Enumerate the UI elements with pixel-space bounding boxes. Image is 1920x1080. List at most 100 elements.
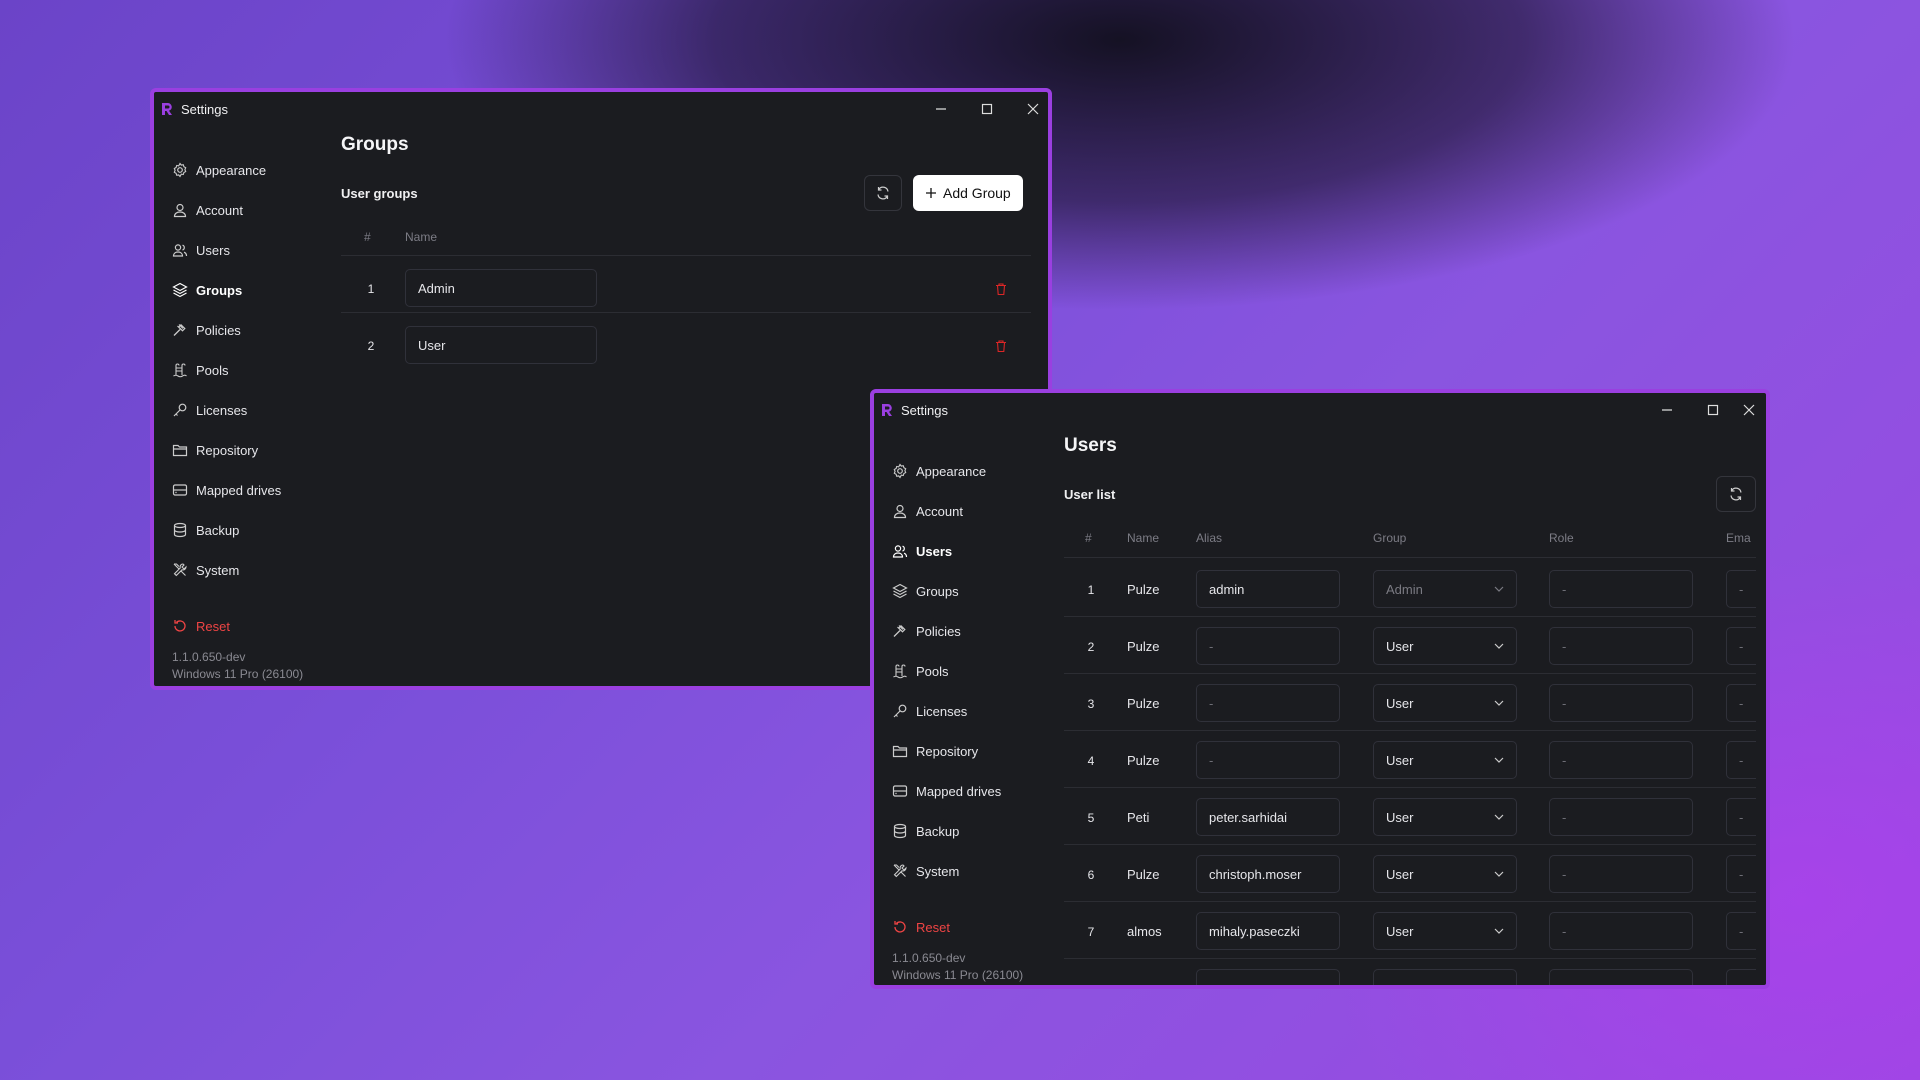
group-select[interactable]: User xyxy=(1373,798,1517,836)
reset-button[interactable]: Reset xyxy=(892,914,950,940)
email-input-partial[interactable] xyxy=(1726,969,1756,985)
gavel-icon xyxy=(173,323,186,336)
role-input[interactable]: - xyxy=(1549,741,1693,779)
key-icon xyxy=(893,704,907,718)
sidebar-item-label: Pools xyxy=(196,362,229,378)
sidebar-item-appearance[interactable]: Appearance xyxy=(892,458,986,484)
sidebar-item-repository[interactable]: Repository xyxy=(892,738,978,764)
group-select[interactable]: User xyxy=(1373,684,1517,722)
reset-button[interactable]: Reset xyxy=(172,613,230,639)
sidebar-item-label: Mapped drives xyxy=(916,783,1002,799)
sidebar-item-pools[interactable]: Pools xyxy=(892,658,949,684)
alias-input[interactable]: peter.sarhidai xyxy=(1196,798,1340,836)
chevron-down-icon xyxy=(1494,586,1504,592)
sidebar-item-licenses[interactable]: Licenses xyxy=(172,397,247,423)
email-input[interactable]: - xyxy=(1726,684,1756,722)
user-name: Pulze xyxy=(1127,696,1160,711)
role-input[interactable]: - xyxy=(1549,855,1693,893)
group-select[interactable]: User xyxy=(1373,741,1517,779)
reset-icon xyxy=(894,921,906,933)
alias-input[interactable]: admin xyxy=(1196,570,1340,608)
sidebar-item-label: System xyxy=(196,562,240,578)
group-select-value: User xyxy=(1386,809,1414,825)
role-input[interactable]: - xyxy=(1549,798,1693,836)
alias-input[interactable]: - xyxy=(1196,684,1340,722)
email-input[interactable]: - xyxy=(1726,855,1756,893)
role-input-partial[interactable] xyxy=(1549,969,1693,985)
group-name-input[interactable]: User xyxy=(405,326,597,364)
sidebar-item-appearance[interactable]: Appearance xyxy=(172,157,266,183)
sidebar-item-system[interactable]: System xyxy=(172,557,239,583)
pool-icon xyxy=(173,363,187,378)
email-input[interactable]: - xyxy=(1726,912,1756,950)
drive-icon xyxy=(892,785,908,797)
title-bar[interactable]: Settings xyxy=(874,393,1766,427)
sidebar-item-licenses[interactable]: Licenses xyxy=(892,698,967,724)
sidebar-item-policies[interactable]: Policies xyxy=(172,317,241,343)
sidebar-item-label: Licenses xyxy=(916,703,968,719)
sidebar-item-mapped-drives[interactable]: Mapped drives xyxy=(172,477,281,503)
sidebar-item-system[interactable]: System xyxy=(892,858,959,884)
divider xyxy=(1064,557,1756,558)
trash-icon[interactable] xyxy=(994,282,1008,296)
divider xyxy=(1064,673,1756,674)
sidebar-item-label: Users xyxy=(916,543,953,559)
add-group-button[interactable]: Add Group xyxy=(913,175,1023,211)
tools-icon xyxy=(893,864,907,878)
row-number: 1 xyxy=(1087,583,1095,597)
email-input[interactable]: - xyxy=(1726,627,1756,665)
group-select[interactable]: User xyxy=(1373,627,1517,665)
sidebar-item-backup[interactable]: Backup xyxy=(172,517,239,543)
group-select[interactable]: Admin xyxy=(1373,570,1517,608)
window-title: Settings xyxy=(181,102,228,117)
sidebar-item-backup[interactable]: Backup xyxy=(892,818,959,844)
users-icon xyxy=(892,545,908,558)
role-input[interactable]: - xyxy=(1549,684,1693,722)
page-title: Groups xyxy=(341,134,409,155)
alias-input-partial[interactable] xyxy=(1196,969,1340,985)
divider xyxy=(1064,901,1756,902)
role-input[interactable]: - xyxy=(1549,570,1693,608)
refresh-button[interactable] xyxy=(864,175,902,211)
close-button[interactable] xyxy=(1735,399,1763,421)
title-bar[interactable]: Settings xyxy=(154,92,1048,126)
role-input[interactable]: - xyxy=(1549,627,1693,665)
trash-icon[interactable] xyxy=(994,339,1008,353)
minimize-button[interactable] xyxy=(1653,399,1681,421)
group-select[interactable]: User xyxy=(1373,855,1517,893)
sidebar-item-groups[interactable]: Groups xyxy=(892,578,959,604)
sidebar-item-users[interactable]: Users xyxy=(172,237,230,263)
sidebar: Appearance Account Users Groups Policies… xyxy=(154,126,319,686)
minimize-button[interactable] xyxy=(927,98,955,120)
minimize-icon xyxy=(936,108,946,110)
refresh-button[interactable] xyxy=(1716,476,1756,512)
group-name-input[interactable]: Admin xyxy=(405,269,597,307)
email-input[interactable]: - xyxy=(1726,570,1756,608)
sidebar-item-groups[interactable]: Groups xyxy=(172,277,242,303)
sidebar-item-repository[interactable]: Repository xyxy=(172,437,258,463)
group-select-partial[interactable] xyxy=(1373,969,1517,985)
alias-input[interactable]: - xyxy=(1196,741,1340,779)
row-number: 4 xyxy=(1087,754,1095,768)
sidebar-item-label: Policies xyxy=(916,623,961,639)
alias-input[interactable]: christoph.moser xyxy=(1196,855,1340,893)
sidebar-item-policies[interactable]: Policies xyxy=(892,618,961,644)
sidebar-item-mapped-drives[interactable]: Mapped drives xyxy=(892,778,1001,804)
sidebar-item-account[interactable]: Account xyxy=(172,197,243,223)
sidebar-item-account[interactable]: Account xyxy=(892,498,963,524)
sidebar-item-label: Groups xyxy=(196,282,243,298)
close-button[interactable] xyxy=(1019,98,1047,120)
sidebar-item-pools[interactable]: Pools xyxy=(172,357,229,383)
maximize-button[interactable] xyxy=(1699,399,1727,421)
sidebar-item-label: System xyxy=(916,863,960,879)
sidebar-item-users[interactable]: Users xyxy=(892,538,952,564)
app-logo-icon xyxy=(162,103,172,115)
email-input[interactable]: - xyxy=(1726,798,1756,836)
maximize-button[interactable] xyxy=(973,98,1001,120)
alias-input[interactable]: - xyxy=(1196,627,1340,665)
group-select[interactable]: User xyxy=(1373,912,1517,950)
divider xyxy=(1064,616,1756,617)
role-input[interactable]: - xyxy=(1549,912,1693,950)
alias-input[interactable]: mihaly.paseczki xyxy=(1196,912,1340,950)
email-input[interactable]: - xyxy=(1726,741,1756,779)
